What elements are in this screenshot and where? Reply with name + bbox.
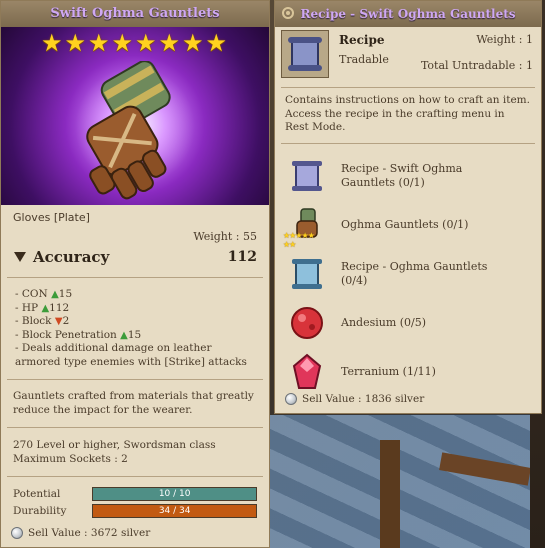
item-weight: Weight : 55 <box>193 230 257 243</box>
sell-value: Sell Value : 3672 silver <box>11 527 150 539</box>
primary-stat-name: Accuracy <box>33 248 110 266</box>
primary-stat-value: 112 <box>227 249 257 265</box>
silver-coin-icon <box>285 393 297 405</box>
material-item: Recipe - Swift Oghma Gauntlets (0/1) <box>275 152 541 201</box>
durability-label: Durability <box>13 505 67 517</box>
item-title: Swift Oghma Gauntlets <box>1 1 269 27</box>
recipe-sell-value: Sell Value : 1836 silver <box>285 393 424 405</box>
recipe-name: Recipe <box>339 33 385 47</box>
up-arrow-icon: ▲ <box>51 289 59 300</box>
recipe-sell-value-text: Sell Value : 1836 silver <box>302 393 425 405</box>
item-description: Gauntlets crafted from materials that gr… <box>13 390 254 416</box>
divider <box>7 277 263 278</box>
terranium-icon <box>287 352 327 392</box>
divider <box>7 379 263 380</box>
potential-label: Potential <box>13 488 61 500</box>
recipe-title: Recipe - Swift Oghma Gauntlets <box>275 1 541 27</box>
recipe-scroll-icon <box>281 30 329 78</box>
scroll-blue-icon <box>287 254 327 294</box>
max-sockets: Maximum Sockets : 2 <box>13 453 128 465</box>
wooden-post <box>380 440 400 548</box>
stat-line: - CON ▲15 <box>15 288 73 300</box>
stat-note: - Deals additional damage on leather arm… <box>15 342 247 368</box>
scroll-icon <box>287 156 327 196</box>
stat-line: - Block ▼2 <box>15 315 70 327</box>
recipe-tradable: Tradable <box>339 53 389 66</box>
gauntlet-icon <box>75 61 195 200</box>
recipe-untradable: Total Untradable : 1 <box>420 59 533 72</box>
primary-stat: Accuracy 112 <box>13 247 257 267</box>
recipe-header: Recipe Tradable Weight : 1 Total Untrada… <box>275 27 541 83</box>
level-requirement: 270 Level or higher, Swordsman class <box>13 439 216 451</box>
potential-bar: 10 / 10 <box>92 487 257 501</box>
divider <box>7 427 263 428</box>
grade-stars: ★★★★★★★★ <box>40 29 230 57</box>
up-arrow-icon: ▲ <box>120 329 128 341</box>
durability-bar: 34 / 34 <box>92 504 257 518</box>
item-tooltip: Swift Oghma Gauntlets ★★★★★★★★ Gloves [P… <box>0 0 270 548</box>
sell-value-text: Sell Value : 3672 silver <box>28 527 151 539</box>
recipe-tooltip: Recipe - Swift Oghma Gauntlets Recipe Tr… <box>274 0 542 414</box>
recipe-weight: Weight : 1 <box>476 33 533 46</box>
item-preview: ★★★★★★★★ <box>1 27 269 205</box>
divider <box>281 142 535 144</box>
grade-stars: ★★★★★ ★★ <box>283 231 315 249</box>
item-type: Gloves [Plate] <box>13 211 90 224</box>
divider <box>7 476 263 477</box>
material-list: Recipe - Swift Oghma Gauntlets (0/1) ★★★… <box>275 152 541 397</box>
stat-line: - HP ▲112 <box>15 301 70 314</box>
requirements: 270 Level or higher, Swordsman class Max… <box>1 438 269 466</box>
gauntlet-icon: ★★★★★ ★★ <box>283 205 327 249</box>
durability-row: Durability 34 / 34 <box>1 504 269 518</box>
divider <box>281 87 535 88</box>
recipe-description: Contains instructions on how to craft an… <box>285 94 530 133</box>
stat-line: - Block Penetration ▲15 <box>15 328 142 341</box>
potential-row: Potential 10 / 10 <box>1 487 269 501</box>
material-item: Andesium (0/5) <box>275 299 541 348</box>
down-arrow-icon: ▼ <box>54 316 63 327</box>
material-item: Terranium (1/11) <box>275 348 541 397</box>
up-arrow-icon: ▲ <box>41 302 50 314</box>
accuracy-icon <box>14 252 26 262</box>
material-item: ★★★★★ ★★ Oghma Gauntlets (0/1) <box>275 201 541 250</box>
bonus-stats: - CON ▲15 - HP ▲112 - Block ▼2 - Block P… <box>1 288 269 369</box>
silver-coin-icon <box>11 527 23 539</box>
gear-icon <box>282 7 294 19</box>
material-item: Recipe - Oghma Gauntlets (0/4) <box>275 250 541 299</box>
andesium-icon <box>287 303 327 343</box>
